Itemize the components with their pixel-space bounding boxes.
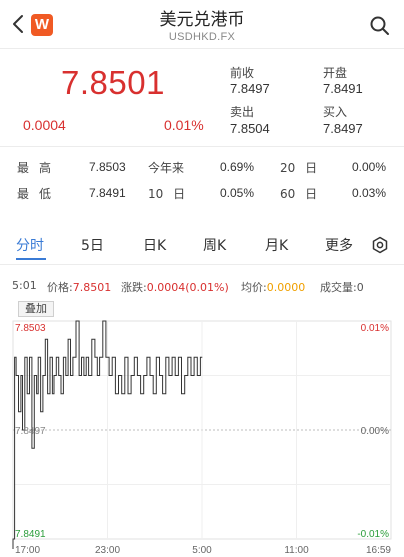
- back-icon[interactable]: [8, 12, 30, 36]
- tab-5day[interactable]: 5日: [81, 235, 104, 255]
- tab-weekly-k[interactable]: 周K: [203, 235, 226, 255]
- open-label: 开盘: [323, 66, 348, 80]
- bid-label: 买入: [323, 105, 348, 119]
- price-change-percent: 0.01%: [164, 117, 204, 133]
- info-volume-label: 成交量:: [320, 281, 357, 294]
- low-label: 最低: [17, 187, 62, 201]
- d10-label: 10 日: [148, 187, 186, 201]
- info-price-value: 7.8501: [72, 281, 112, 294]
- info-time: 5:01: [12, 279, 37, 292]
- page-subtitle: USDHKD.FX: [168, 31, 236, 43]
- d20-value: 0.00%: [352, 160, 387, 174]
- ytd-value: 0.69%: [220, 160, 255, 174]
- ask-value: 7.8504: [230, 121, 270, 136]
- low-value: 7.8491: [89, 186, 126, 200]
- intraday-chart[interactable]: 7.8503 7.8497 7.8491 0.01% 0.00% -0.01% 17:00 2…: [0, 318, 404, 557]
- info-price-label: 价格:: [47, 281, 73, 294]
- info-avg: 均价:0.0000: [241, 279, 305, 295]
- price-change: 0.0004: [23, 117, 66, 133]
- prev-close-label: 前收: [230, 66, 255, 80]
- brand-logo: W: [31, 14, 53, 36]
- high-value: 7.8503: [89, 160, 126, 174]
- d60-label: 60 日: [280, 187, 318, 201]
- info-volume-value: 0: [356, 281, 364, 294]
- x-axis-label: 17:00: [15, 545, 40, 556]
- tabs-divider: [0, 264, 404, 265]
- x-axis-label: 5:00: [192, 545, 212, 556]
- tab-intraday[interactable]: 分时: [16, 235, 44, 255]
- active-tab-indicator: [16, 258, 46, 260]
- info-change-label: 涨跌:: [121, 281, 147, 294]
- page-title: 美元兑港币: [159, 10, 245, 30]
- x-axis-label: 16:59: [366, 545, 391, 556]
- overlay-button[interactable]: 叠加: [18, 301, 54, 317]
- y-axis-right-label: 0.00%: [361, 426, 389, 437]
- search-icon[interactable]: [369, 15, 391, 37]
- d20-label: 20 日: [280, 161, 318, 175]
- info-change: 涨跌:0.0004(0.01%): [121, 279, 229, 295]
- ask-label: 卖出: [230, 105, 255, 119]
- quote-divider: [0, 146, 404, 147]
- ytd-label: 今年来: [148, 161, 185, 175]
- header-divider: [0, 48, 404, 49]
- y-axis-right-label: -0.01%: [357, 529, 389, 540]
- info-avg-value: 0.0000: [266, 281, 306, 294]
- y-axis-right-label: 0.01%: [361, 323, 389, 334]
- d60-value: 0.03%: [352, 186, 387, 200]
- last-price: 7.8501: [61, 64, 165, 101]
- tab-more[interactable]: 更多: [325, 235, 353, 255]
- settings-icon[interactable]: [371, 236, 389, 254]
- info-volume: 成交量:0: [320, 279, 364, 295]
- tab-monthly-k[interactable]: 月K: [265, 235, 288, 255]
- y-axis-left-label: 7.8503: [15, 323, 46, 334]
- chart-grid: [12, 320, 392, 540]
- chart-labels: 7.8503 7.8497 7.8491 0.01% 0.00% -0.01% 17:00 2…: [15, 323, 391, 556]
- y-axis-left-label: 7.8491: [15, 529, 46, 540]
- tab-daily-k[interactable]: 日K: [143, 235, 166, 255]
- d10-value: 0.05%: [220, 186, 255, 200]
- info-change-value: 0.0004(0.01%): [146, 281, 229, 294]
- x-axis-label: 23:00: [95, 545, 120, 556]
- info-avg-label: 均价:: [241, 281, 267, 294]
- top-nav-bar: 美元兑港币 USDHKD.FX W: [0, 0, 404, 48]
- info-price: 价格:7.8501: [47, 279, 111, 295]
- x-axis-label: 11:00: [284, 545, 309, 556]
- prev-close-value: 7.8497: [230, 81, 270, 96]
- y-axis-left-label: 7.8497: [15, 426, 46, 437]
- open-value: 7.8491: [323, 81, 363, 96]
- high-label: 最高: [17, 161, 62, 175]
- bid-value: 7.8497: [323, 121, 363, 136]
